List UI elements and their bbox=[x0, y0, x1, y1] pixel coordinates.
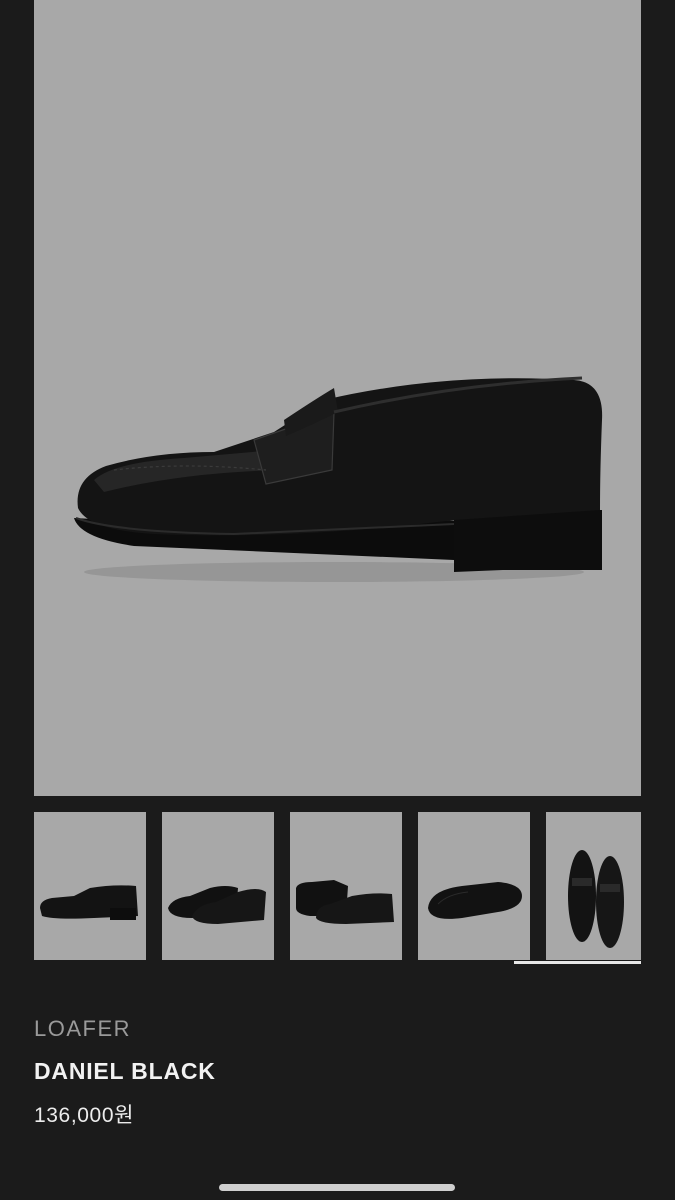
loafer-sole-thumb-icon bbox=[428, 882, 522, 919]
loafer-pair-side-thumb-icon bbox=[296, 880, 394, 924]
thumbnail-side[interactable] bbox=[34, 812, 146, 960]
main-product-image[interactable] bbox=[34, 0, 641, 796]
thumbnail-pair-side[interactable] bbox=[290, 812, 402, 960]
selected-thumbnail-indicator bbox=[514, 961, 641, 964]
home-indicator[interactable] bbox=[219, 1184, 455, 1191]
thumbnail-strip bbox=[34, 812, 675, 965]
loafer-pair-top-thumb-icon bbox=[568, 850, 624, 948]
product-price: 136,000원 bbox=[34, 1104, 135, 1127]
loafer-side-thumb-icon bbox=[40, 885, 138, 920]
product-category: LOAFER bbox=[34, 1016, 132, 1041]
product-name: DANIEL BLACK bbox=[34, 1058, 216, 1084]
thumbnail-pair-top[interactable] bbox=[546, 812, 641, 960]
loafer-side-image bbox=[74, 376, 603, 582]
loafer-pair-angle-thumb-icon bbox=[168, 886, 266, 924]
thumbnail-pair-angle[interactable] bbox=[162, 812, 274, 960]
thumbnail-sole[interactable] bbox=[418, 812, 530, 960]
product-info: LOAFER DANIEL BLACK 136,000원 bbox=[34, 1016, 216, 1129]
product-detail-page: LOAFER DANIEL BLACK 136,000원 bbox=[0, 0, 675, 1200]
